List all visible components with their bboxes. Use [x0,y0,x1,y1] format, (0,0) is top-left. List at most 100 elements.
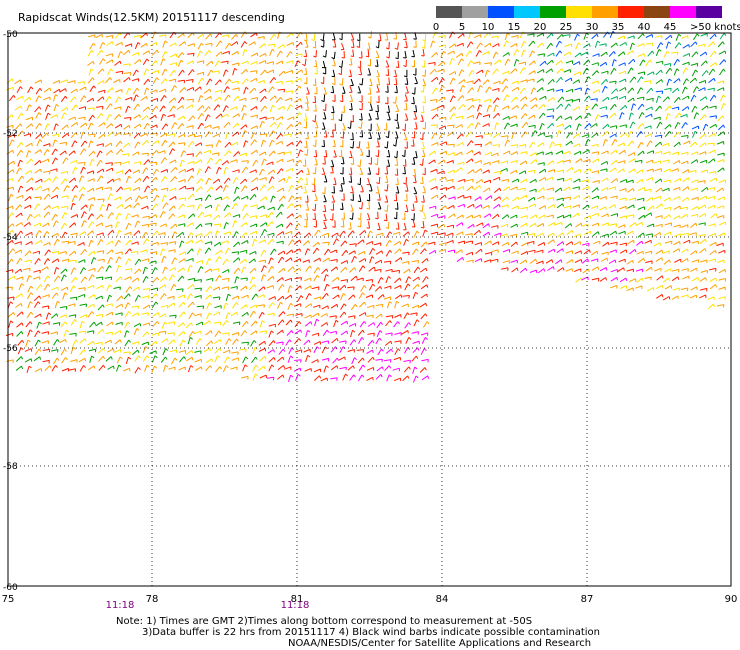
wind-barb [655,249,663,255]
wind-barb-flag [305,138,309,140]
wind-barb [86,97,94,103]
wind-barb [304,185,307,194]
wind-barb [536,32,544,37]
wind-barb [456,142,464,147]
wind-barb-flag [172,274,175,278]
wind-barb-flag [148,288,151,292]
wind-barb [152,140,159,145]
wind-barb [646,42,654,45]
wind-barb [195,260,203,264]
wind-barb [68,177,75,183]
wind-barb-flag [37,330,41,334]
wind-barb [431,113,438,120]
wind-barb [602,96,609,102]
wind-barb [240,277,248,280]
wind-barb-flag [305,109,309,111]
wind-barb-flag [39,160,42,164]
wind-barb-flag [385,91,389,93]
wind-barb [106,41,113,46]
wind-barb [314,78,317,86]
wind-barb-flag [271,265,275,269]
wind-barb [493,187,501,193]
wind-barb-flag [200,279,202,283]
wind-barb-flag [714,33,717,38]
wind-barb [662,187,670,192]
wind-barb-flag [560,259,563,263]
wind-barb [572,106,580,112]
wind-barb-flag [156,49,159,54]
wind-barb [97,198,105,201]
wind-barb-flag [202,305,205,310]
wind-barb [645,59,651,66]
wind-barb-flag [183,267,185,271]
wind-barb-flag [201,178,204,182]
wind-barb [206,186,212,193]
wind-barb-flag [516,43,518,47]
wind-barb [333,150,337,158]
wind-barb-flag [11,139,15,142]
wind-barb-flag [263,158,267,162]
wind-barb [320,322,328,327]
wind-barb [323,274,327,282]
wind-barb [549,141,553,149]
wind-barb-flag [651,43,654,47]
wind-barb [690,159,698,164]
wind-barb-flag [246,321,249,325]
wind-barb-flag [480,144,483,148]
wind-barb [637,150,644,156]
wind-barb [15,293,22,299]
wind-barb-flag [39,123,42,126]
wind-barb [397,60,400,68]
wind-barb [503,186,510,192]
wind-barb [673,96,680,104]
wind-barb [563,150,571,155]
wind-barb [78,175,83,183]
wind-barb [394,314,401,318]
wind-barb [205,177,210,185]
wind-barb-flag [265,196,268,200]
wind-barb [546,214,554,218]
wind-barb [359,301,365,308]
wind-barb-flag [22,96,24,100]
wind-barb [473,214,481,219]
wind-barb [477,85,481,93]
wind-barb-flag [542,142,545,146]
wind-barb [70,232,78,236]
wind-barb-flag [515,241,518,245]
wind-barb [474,196,481,202]
wind-barb [27,329,31,337]
wind-barb [69,96,75,103]
wind-barb [447,249,455,253]
wind-barb-flag [534,70,536,74]
wind-barb-flag [517,196,520,200]
wind-barb-flag [704,204,707,209]
wind-barb [404,132,408,140]
wind-barb [691,240,699,244]
wind-barb [708,258,716,262]
wind-barb [314,203,317,211]
wind-barb [194,134,202,138]
wind-barb-flag [83,166,86,170]
wind-barb-flag [362,239,365,243]
wind-barb-flag [48,312,52,315]
wind-barb-flag [676,68,680,72]
wind-barb [68,250,76,256]
wind-barb-flag [137,103,140,107]
wind-barb [231,34,237,40]
wind-barb [325,150,328,158]
wind-barb [80,166,84,174]
wind-barb [365,294,373,298]
wind-barb [566,230,573,236]
wind-barb [421,204,424,212]
wind-barb [6,205,13,210]
wind-barb [590,98,598,101]
wind-barb [158,284,166,290]
wind-barb [27,292,32,299]
wind-barb [556,248,563,254]
wind-barb [527,78,535,82]
wind-barb [214,96,221,102]
wind-barb [69,285,74,293]
wind-barb [438,35,446,38]
wind-barb [205,33,211,40]
wind-barb [79,267,85,274]
